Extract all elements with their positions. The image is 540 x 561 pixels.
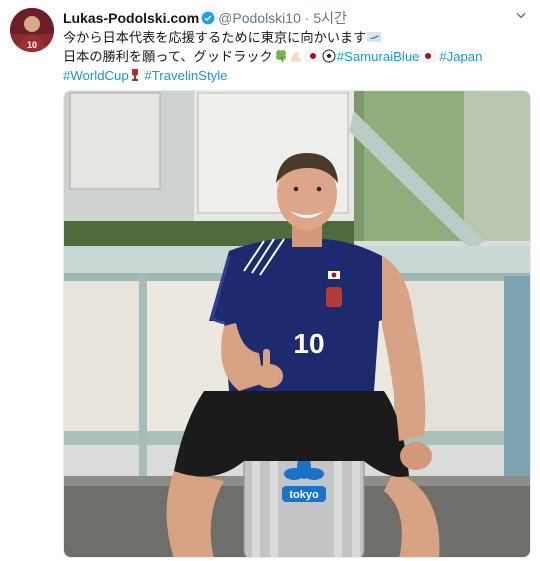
hashtag-japan[interactable]: #Japan — [439, 49, 482, 64]
tweet-photo[interactable]: tokyo 10 — [63, 90, 531, 558]
trophy-emoji-icon — [131, 69, 138, 81]
svg-text:10: 10 — [27, 40, 37, 50]
separator: · — [304, 10, 310, 26]
tweet-line-3: #WorldCup #TravelinStyle — [63, 66, 531, 85]
timestamp[interactable]: 5시간 — [313, 10, 347, 26]
flexed-arm-emoji-icon — [290, 52, 302, 62]
clover-emoji-icon — [275, 50, 286, 63]
verified-badge-icon — [201, 11, 215, 25]
hashtag-travelinstyle[interactable]: #TravelinStyle — [144, 68, 227, 83]
tweet-text-line1: 今から日本代表を応援するために東京に向かいます — [63, 30, 367, 45]
plane-emoji-icon — [367, 32, 382, 42]
soccer-ball-emoji-icon — [322, 49, 336, 63]
tweet-line-1: 今から日本代表を応援するために東京に向かいます — [63, 28, 531, 47]
tweet-text-line2: 日本の勝利を願って、グッドラック — [63, 49, 273, 64]
hashtag-worldcup[interactable]: #WorldCup — [63, 68, 129, 83]
photo-scene: tokyo 10 — [64, 91, 530, 557]
jersey-number: 10 — [293, 328, 324, 359]
handle[interactable]: @Podolski10 — [218, 10, 301, 26]
avatar-image: 10 — [10, 8, 54, 52]
hashtag-samuraiblue[interactable]: #SamuraiBlue — [337, 49, 420, 64]
tweet-line-2: 日本の勝利を願って、グッドラック #SamuraiBlue #Japan — [63, 47, 531, 66]
japan-flag-emoji-icon — [305, 50, 320, 62]
tweet-header: Lukas-Podolski.com @Podolski10 · 5시간 — [63, 8, 530, 28]
tweet: 10 Lukas-Podolski.com @Podolski10 · 5시간 今… — [0, 0, 540, 561]
suitcase-label: tokyo — [289, 489, 319, 501]
chevron-down-icon[interactable] — [514, 8, 528, 22]
avatar[interactable]: 10 — [10, 8, 54, 52]
display-name[interactable]: Lukas-Podolski.com — [63, 10, 199, 26]
japan-flag-emoji-icon — [420, 50, 435, 62]
tweet-text: 今から日本代表を応援するために東京に向かいます 日本の勝利を願って、グッドラック… — [63, 28, 531, 85]
